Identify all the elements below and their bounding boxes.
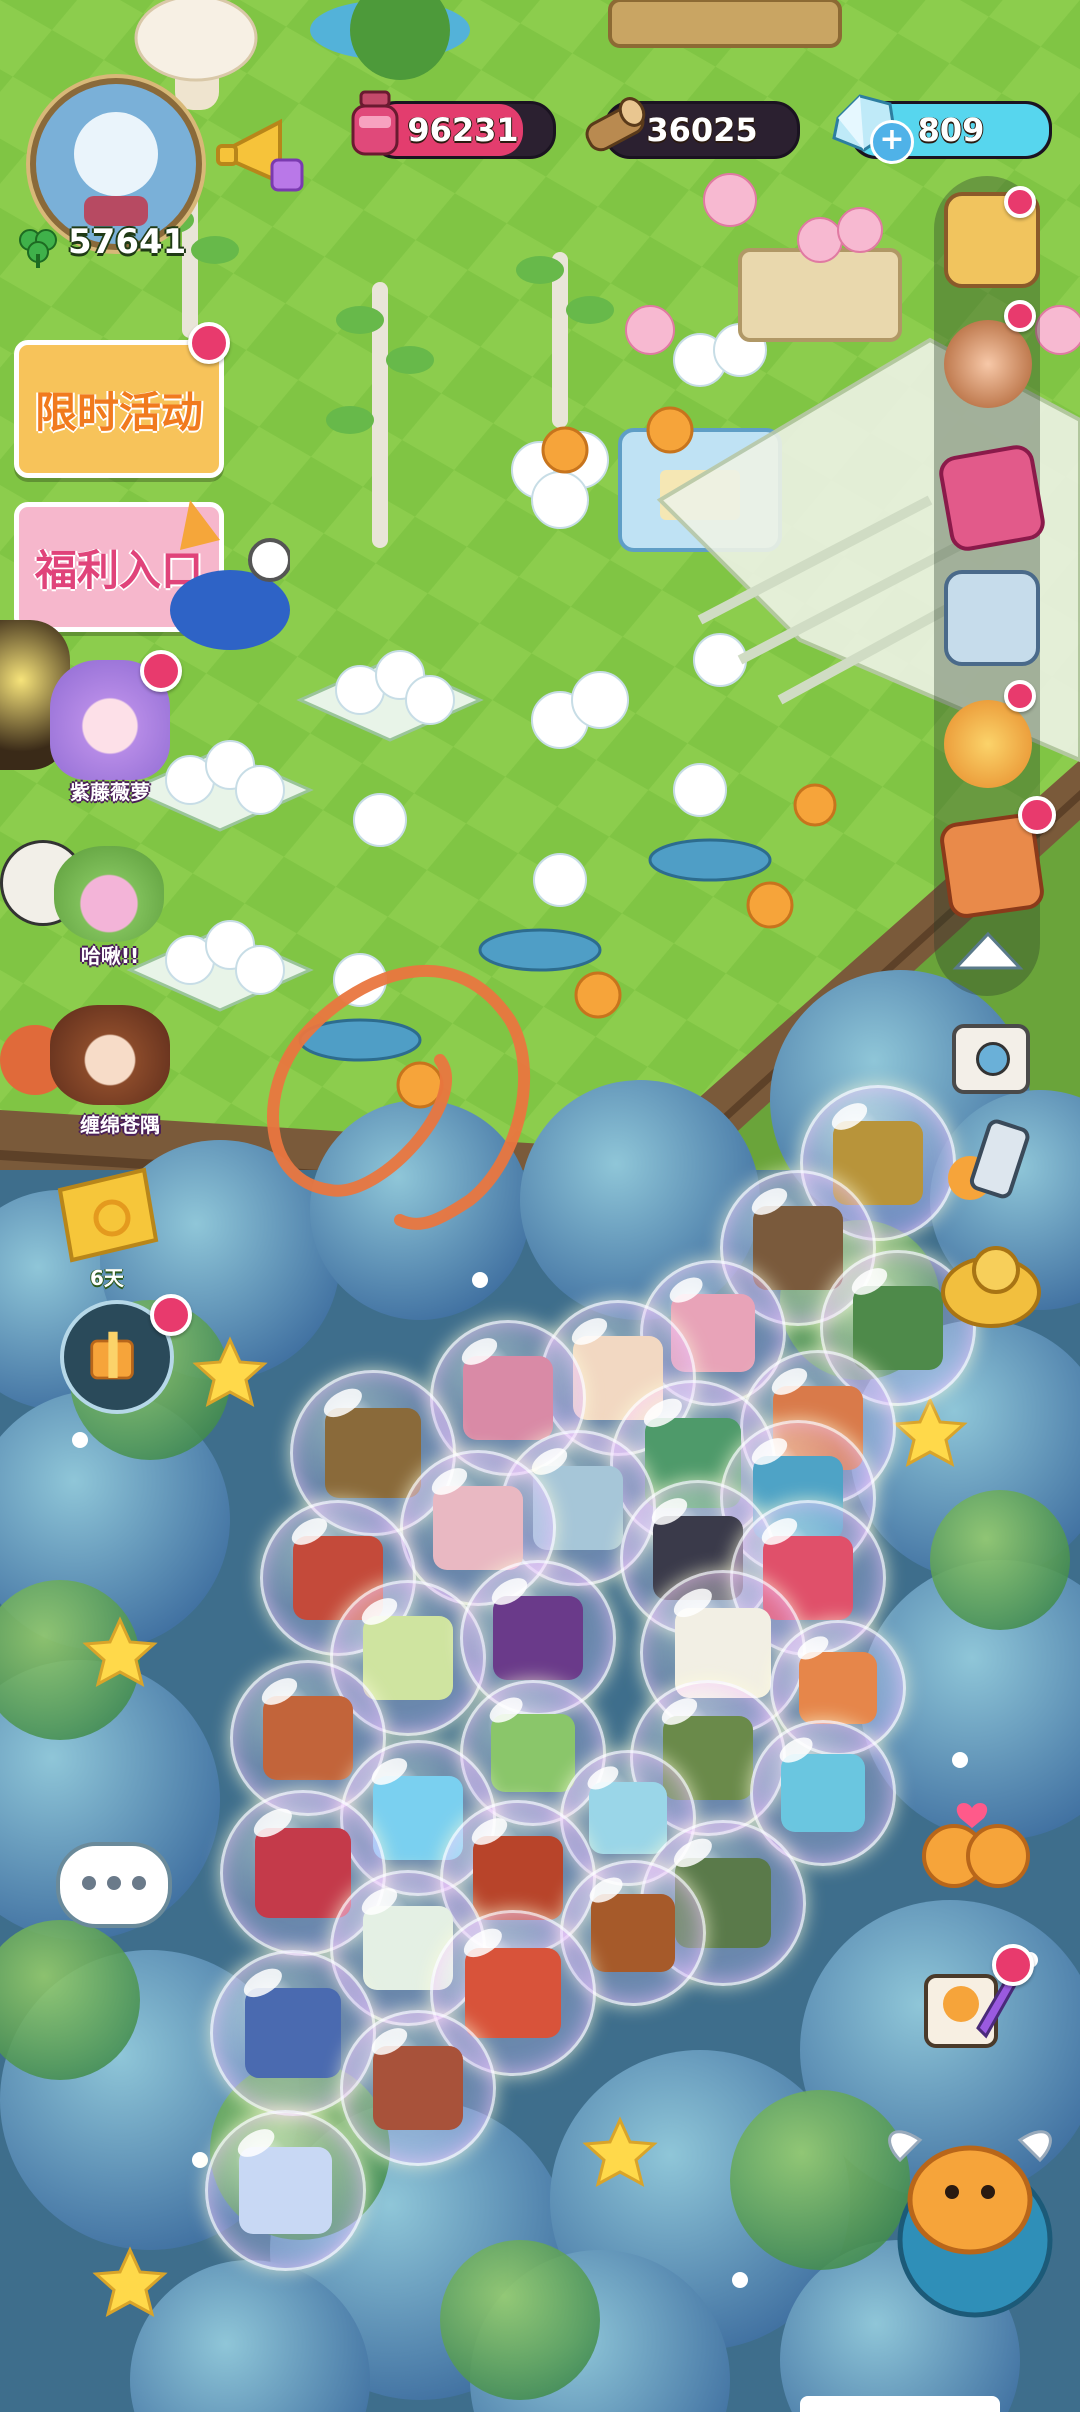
notification-dot [1004,186,1036,218]
clover-count: 57641 [68,222,187,262]
camera-icon[interactable] [952,1024,1030,1094]
npc-wisteria-name: 紫藤薇萝 [70,780,150,804]
npc-lingering[interactable]: 缠绵苍隅 [0,1005,180,1137]
notification-dot [992,1944,1034,1986]
potion-icon [345,88,405,160]
phone-icon[interactable] [940,1118,1040,1208]
npc-lingering-portrait [50,1005,170,1105]
arrow-up-icon[interactable] [948,920,1028,980]
clover-icon [14,222,62,270]
limited-event-button[interactable]: 限时活动 [14,340,224,478]
chat-bubble-button[interactable] [56,1842,172,1928]
bubble-item[interactable] [205,2110,366,2271]
winged-chick-icon[interactable] [870,2100,1070,2320]
add-crystal-icon[interactable]: + [870,120,914,164]
bottom-tab-hint [800,2396,1000,2412]
notification-dot [188,322,230,364]
notification-dot [150,1294,192,1336]
npc-lingering-name: 缠绵苍隅 [80,1113,160,1137]
npc-sneeze-portrait [54,846,164,942]
headphones-cat-icon [150,480,292,660]
notification-dot [1018,796,1056,834]
wood-log-icon [580,88,650,160]
notification-dot [1004,680,1036,712]
npc-sneeze-name: 哈啾!! [80,944,140,968]
animal-friends-icon[interactable] [944,320,1032,408]
book-icon[interactable] [936,442,1048,554]
gold-lion-icon[interactable] [936,1232,1046,1332]
notification-dot [1004,300,1036,332]
limited-event-label: 限时活动 [34,387,203,437]
npc-sneeze[interactable]: 哈啾!! [0,840,170,968]
bubble-item[interactable] [340,2010,496,2166]
chest-days-label: 6天 [90,1266,124,1290]
gold-ticket-icon[interactable] [52,1160,164,1270]
speaker-icon[interactable] [944,570,1040,666]
notification-dot [140,650,182,692]
megaphone-icon[interactable] [210,108,310,198]
chick-gift-icon[interactable] [944,700,1032,788]
chicks-love-icon[interactable] [914,1794,1040,1894]
